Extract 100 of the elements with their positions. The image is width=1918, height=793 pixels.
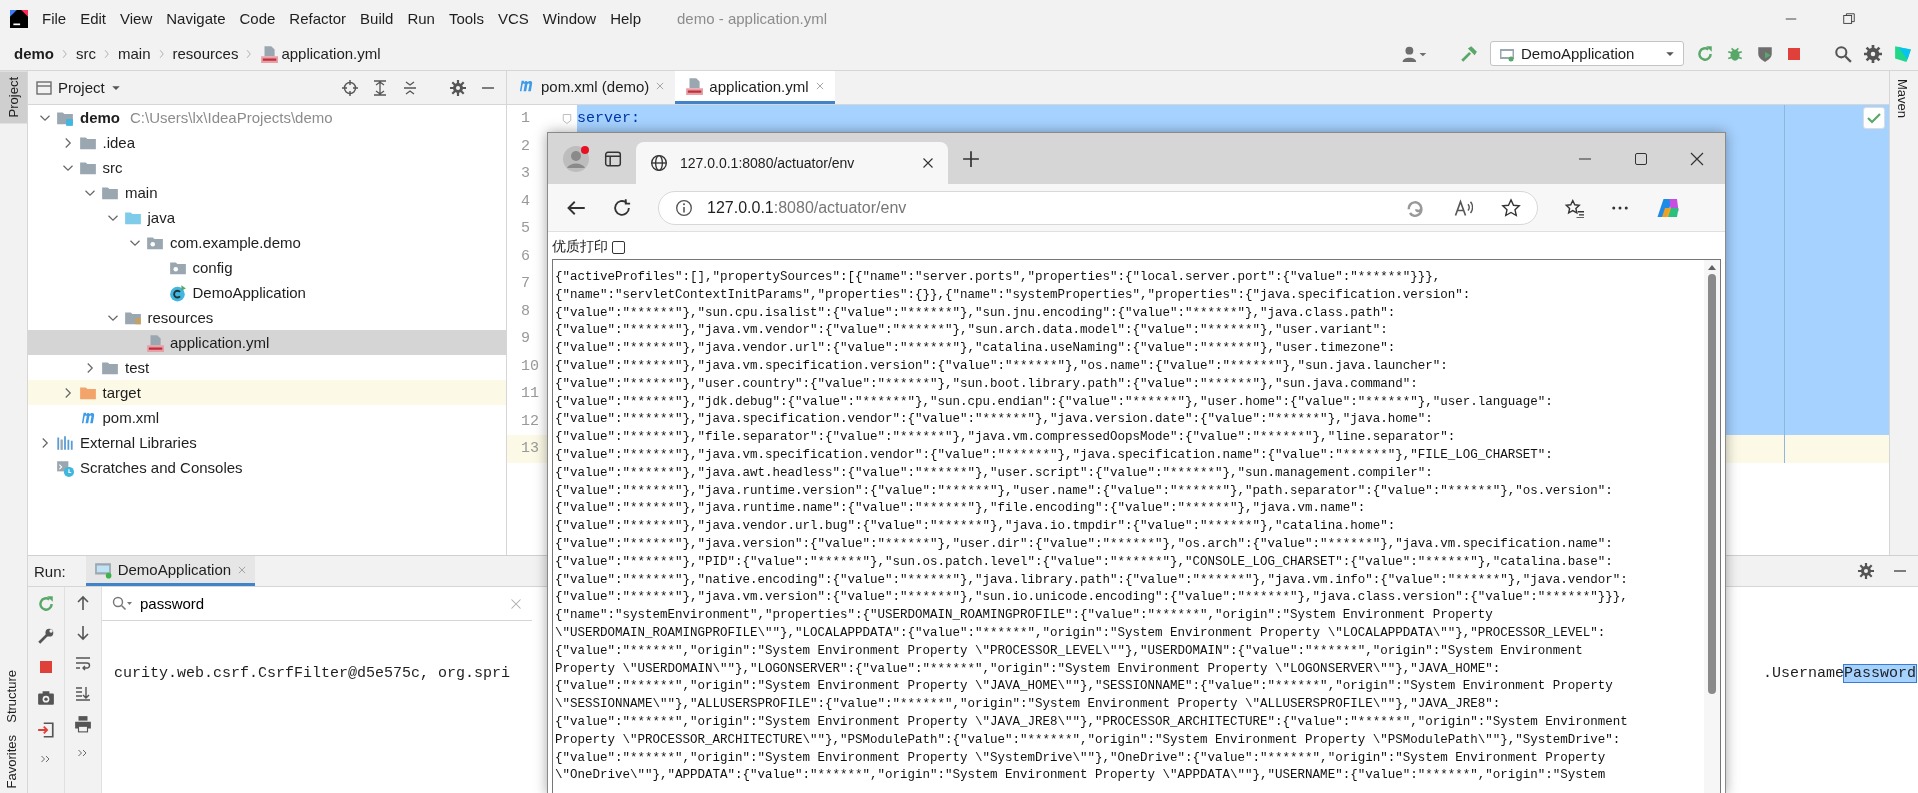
json-text-line: {"value":"******"},"file.separator":{"value":"******"},"java.vm.compressedOopsMode":{"value":"******"},"line.separator": [555, 429, 1457, 447]
settings-icon[interactable] [1864, 44, 1882, 63]
breadcrumb[interactable]: demo [14, 45, 54, 62]
stop-icon[interactable] [38, 659, 54, 675]
tree-item[interactable]: com.example.demo [28, 230, 506, 255]
settings-icon[interactable] [450, 79, 466, 96]
scrollbar-thumb[interactable] [1708, 274, 1716, 694]
reload-icon[interactable] [612, 197, 632, 218]
project-tool-tab[interactable]: Project [0, 71, 27, 124]
shield-icon[interactable] [1756, 44, 1774, 63]
json-text-line: {"activeProfiles":[],"propertySources":[{"name":"server.ports","properties":{"local.server.port":{"value":"******"}}}, [555, 269, 1442, 286]
search-icon [112, 595, 132, 612]
json-text-line: {"value":"******"},"jdk.debug":{"value":"******"},"sun.cpu.endian":{"value":"******"},"user.home":{"value":"******"},"user.language": [555, 393, 1554, 411]
json-text-line: {"value":"******"},"java.runtime.version":{"value":"******"},"user.name":{"value":"******"},"path.separator":{"value":"******"},"os.version": [555, 482, 1614, 500]
json-text-line: {"value":"******","origin":"System Environment Property \"SystemDrive\""},"OneDrive":{"value":"******","origin":"System Environment Property [555, 749, 1607, 767]
line-number: 11 [521, 385, 539, 403]
run-configuration-dropdown[interactable]: DemoApplication [1490, 41, 1684, 66]
menu-item[interactable]: Code [239, 8, 276, 29]
rerun-icon[interactable] [1696, 44, 1714, 63]
tree-item[interactable]: pom.xml [28, 405, 506, 430]
tool-window-tab[interactable]: Favorites [0, 728, 23, 793]
check-icon[interactable] [1866, 110, 1882, 126]
menu-item[interactable]: Build [360, 8, 394, 29]
json-text-line: \"OneDrive\""},"APPDATA":{"value":"******","origin":"System Environment Property \"APPDATA\""},"USERNAME":{"value":"******","origin":"System [555, 767, 1607, 785]
json-text-line: {"value":"******"},"sun.cpu.isalist":{"value":"******"},"sun.jnu.encoding":{"value":"******"},"java.class.path": [555, 304, 1397, 322]
tree-item[interactable]: test [28, 355, 506, 380]
menu-item[interactable]: Tools [448, 8, 484, 29]
exit-icon[interactable] [37, 721, 55, 739]
read-aloud-icon[interactable] [1453, 197, 1473, 218]
editor-tab[interactable]: application.yml [675, 71, 835, 104]
tool-window-tab[interactable]: Maven [1890, 71, 1915, 127]
collapse-all-icon[interactable] [402, 79, 418, 96]
maximize-icon[interactable] [1633, 150, 1649, 167]
menu-item[interactable]: Refactor [289, 8, 347, 29]
tree-item[interactable]: demo C:\Users\lx\IdeaProjects\demo [28, 105, 506, 130]
editor-tab[interactable]: pom.xml (demo) [507, 71, 676, 104]
close-icon[interactable] [1689, 150, 1705, 167]
json-text-line: {"value":"******"},"java.vm.vendor":{"value":"******"},"sun.arch.data.model":{"value":"******"},"user.variant": [555, 322, 1389, 340]
close-icon[interactable] [922, 157, 934, 169]
tree-item[interactable]: DemoApplication [28, 280, 506, 305]
console-text: .Username [1762, 665, 1844, 682]
wrench-icon[interactable] [37, 627, 55, 645]
search-icon[interactable] [1834, 44, 1852, 63]
favorites-icon[interactable] [1564, 197, 1584, 218]
run-tab[interactable]: DemoApplication [85, 556, 256, 586]
address-bar[interactable]: 127.0.0.1:8080/actuator/env [658, 190, 1538, 225]
avatar-icon[interactable] [562, 144, 590, 173]
settings-icon[interactable] [1858, 563, 1874, 579]
menu-item[interactable]: View [120, 8, 153, 29]
scroll-to-end-icon[interactable] [75, 685, 91, 701]
info-icon[interactable] [675, 198, 693, 217]
camera-icon[interactable] [37, 689, 55, 707]
hammer-icon[interactable] [1460, 44, 1478, 63]
app-logo-icon [10, 9, 28, 28]
star-icon[interactable] [1501, 197, 1521, 218]
rerun-icon[interactable] [37, 595, 55, 613]
tool-window-tab[interactable]: Structure [0, 663, 23, 729]
breadcrumb[interactable]: src [76, 45, 96, 62]
user-icon[interactable] [1402, 44, 1428, 63]
browser-tab[interactable]: 127.0.0.1:8080/actuator/env [636, 142, 948, 184]
breadcrumb[interactable]: resources [172, 45, 239, 62]
crosshair-icon[interactable] [342, 79, 358, 96]
menu-item[interactable]: Edit [80, 8, 107, 29]
menu-item[interactable]: Help [610, 8, 642, 29]
tree-item[interactable]: src [28, 155, 506, 180]
tree-item[interactable]: External Libraries [28, 430, 506, 455]
json-text-line: {"value":"******","origin":"System Environment Property \"PROCESSOR_LEVEL\""},"USERDOMAIN":{"value":"******","origin":"System Environment [555, 642, 1584, 660]
line-number: 8 [521, 302, 530, 320]
tree-item[interactable]: resources [28, 305, 506, 330]
arrow-up-icon[interactable] [75, 595, 91, 611]
expand-all-icon[interactable] [372, 79, 388, 96]
tree-item[interactable]: config [28, 255, 506, 280]
stop-icon[interactable] [1786, 45, 1802, 62]
menu-item[interactable]: File [42, 8, 67, 29]
tree-item[interactable]: Scratches and Consoles [28, 455, 506, 480]
tree-item[interactable]: .idea [28, 130, 506, 155]
print-label: 优质打印 [552, 238, 608, 256]
tree-item[interactable]: java [28, 205, 506, 230]
json-text-line: {"value":"******"},"java.runtime.name":{"value":"******"},"file.encoding":{"value":"******"},"java.vm.name": [555, 500, 1367, 518]
breadcrumb[interactable]: main [118, 45, 151, 62]
tree-item[interactable]: target [28, 380, 506, 405]
soft-wrap-icon[interactable] [75, 655, 91, 671]
menu-item[interactable]: VCS [497, 8, 529, 29]
search-field[interactable]: password [140, 595, 502, 612]
arrow-down-icon[interactable] [75, 625, 91, 641]
tree-item[interactable]: main [28, 180, 506, 205]
new-tab-icon[interactable] [962, 149, 980, 168]
project-icon [36, 79, 52, 96]
tab-actions-icon[interactable] [604, 149, 622, 168]
menu-item[interactable]: Run [407, 8, 435, 29]
libraries-icon [56, 433, 74, 452]
print-icon[interactable] [74, 715, 92, 733]
menu-item[interactable]: Navigate [166, 8, 226, 29]
menu-item[interactable]: Window [542, 8, 597, 29]
checkbox[interactable] [612, 240, 625, 254]
panel-title[interactable]: Project [58, 79, 105, 96]
tree-item[interactable]: application.yml [28, 330, 506, 355]
breadcrumb[interactable]: application.yml [281, 45, 381, 62]
restore-icon[interactable] [1842, 11, 1856, 26]
json-text-line: {"value":"******"},"java.vm.specification.vendor":{"value":"******"},"java.specification.name":{"value":"******"},"FILE_LOG_CHARSET": [555, 446, 1554, 464]
